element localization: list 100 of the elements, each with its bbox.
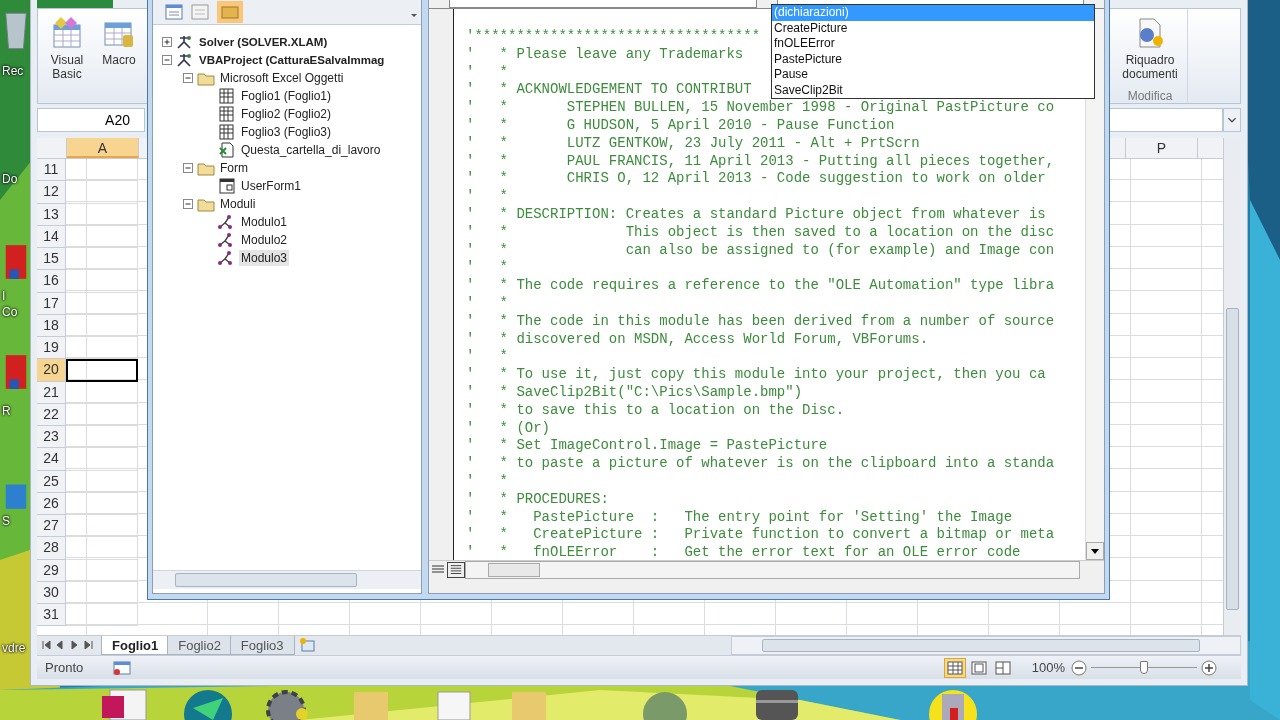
folder-icon [197, 196, 215, 212]
tree-item[interactable]: Form [218, 160, 250, 176]
expander-icon[interactable] [183, 163, 193, 173]
table-icon [51, 17, 83, 49]
view-code-icon[interactable] [165, 4, 183, 20]
scroll-down-icon[interactable] [1086, 542, 1104, 560]
tree-item[interactable]: Modulo2 [239, 232, 290, 248]
project-icon [176, 52, 194, 68]
row-header[interactable]: 13 [37, 203, 66, 226]
row-header[interactable]: 22 [37, 403, 66, 426]
expander-icon[interactable] [183, 73, 193, 83]
expander-icon[interactable] [162, 37, 172, 47]
code-line: ' * SaveClip2Bit("C:\Pics\Sample.bmp") [466, 383, 803, 402]
row-header[interactable]: 25 [37, 470, 66, 493]
zoom-level[interactable]: 100% [1031, 660, 1065, 675]
tree-item[interactable]: UserForm1 [239, 178, 303, 194]
column-header[interactable]: P [1126, 138, 1198, 158]
record-macro-icon[interactable] [113, 659, 131, 676]
expander-icon[interactable] [183, 199, 193, 209]
sheet-tab[interactable]: Foglio2 [167, 636, 232, 655]
folder-icon[interactable] [217, 1, 243, 23]
sheet-icon [218, 124, 236, 140]
form-icon [218, 178, 236, 194]
row-header[interactable]: 28 [37, 537, 66, 560]
slider-thumb[interactable] [1140, 660, 1148, 674]
dropdown-option[interactable]: PastePicture [772, 51, 1094, 67]
code-line: ' * Please leave any Trademarks [466, 45, 744, 64]
row-header[interactable]: 17 [37, 292, 66, 315]
vertical-scrollbar[interactable] [1223, 138, 1241, 635]
tree-item[interactable]: Moduli [218, 196, 258, 212]
row-header[interactable]: 31 [37, 604, 66, 627]
cell[interactable] [66, 359, 138, 382]
row-header[interactable]: 21 [37, 381, 66, 404]
row-header[interactable]: 30 [37, 581, 66, 604]
column-header[interactable]: A [67, 138, 139, 158]
code-line: ' * Set ImageControl.Image = PastePicture [466, 437, 828, 456]
code-line: ' * To use it, just copy this module into your project, then you ca [466, 366, 1046, 384]
grid-icon [946, 660, 963, 675]
tree-item[interactable]: Modulo1 [239, 214, 290, 230]
desktop-icon-label: Do [2, 172, 18, 186]
row-header[interactable]: 23 [37, 426, 66, 449]
globe-icon[interactable] [183, 688, 233, 720]
tree-item[interactable]: Foglio3 (Foglio3) [239, 124, 334, 140]
code-line: '********************************** [466, 28, 761, 46]
expand-icon[interactable] [1223, 108, 1241, 132]
zoom-out-icon[interactable] [1071, 659, 1087, 676]
tree-item[interactable]: Solver (SOLVER.XLAM) [197, 35, 330, 49]
code-line: ' * The code in this module has been derived from a number of source [466, 312, 1055, 331]
row-header[interactable]: 12 [37, 181, 66, 204]
horizontal-scrollbar[interactable] [153, 570, 421, 589]
tree-item[interactable]: Microsoft Excel Oggetti [218, 70, 346, 86]
code-line: ' * (Or) [466, 419, 550, 438]
tree-item[interactable]: Questa_cartella_di_lavoro [239, 142, 383, 158]
object-combo[interactable] [449, 0, 757, 8]
row-header[interactable]: 11 [37, 159, 66, 182]
dropdown-option[interactable]: fnOLEError [772, 36, 1094, 52]
code-line: ' * to paste a picture of whatever is on the clipboard into a standa [466, 455, 1055, 473]
full-module-view-icon[interactable] [447, 562, 465, 578]
sheet-tab[interactable]: Foglio3 [229, 636, 295, 655]
vertical-scrollbar[interactable] [1085, 9, 1104, 560]
expander-icon[interactable] [162, 55, 172, 65]
code-line: ' * CHRIS O, 12 April 2013 - Code suggestion to work on older [466, 170, 1046, 189]
tree-item[interactable]: Modulo3 [239, 250, 290, 266]
tree-item[interactable]: VBAProject (CatturaESalvaImmag [197, 53, 387, 67]
name-box[interactable]: A20 [37, 108, 145, 132]
code-line: ' * [466, 259, 508, 278]
tree-item[interactable]: Foglio1 (Foglio1) [239, 88, 334, 104]
desktop-icon-label: I [2, 289, 6, 303]
robot-icon[interactable] [928, 688, 978, 720]
ribbon-button[interactable]: Riquadro documenti [1115, 15, 1185, 87]
document-icon[interactable] [100, 688, 150, 720]
row-header[interactable]: 26 [37, 492, 66, 515]
desktop-icon-label: S [2, 514, 10, 528]
ribbon-button[interactable]: Macro [96, 15, 142, 87]
ribbon-group-label: Modifica [1127, 89, 1173, 103]
row-header[interactable]: 16 [37, 270, 66, 293]
row-header[interactable]: 24 [37, 448, 66, 471]
horizontal-scrollbar[interactable] [465, 561, 1080, 579]
row-header[interactable]: 29 [37, 559, 66, 582]
sheet-tab[interactable]: Foglio1 [101, 636, 170, 655]
view-object-icon[interactable] [191, 4, 209, 20]
zoom-in-icon[interactable] [1201, 659, 1217, 676]
code-line: ' * The code requires a reference to the "OLE Automation" type libra [466, 277, 1055, 295]
view-button[interactable] [943, 657, 966, 678]
code-line: ' * PAUL FRANCIS, 11 April 2013 - Putting all pieces together, [466, 152, 1055, 171]
row-header[interactable]: 20 [37, 359, 66, 382]
project-icon [176, 34, 194, 50]
code-line: ' * This object is then saved to a location on the disc [466, 223, 1055, 242]
row-header[interactable]: 14 [37, 225, 66, 248]
horizontal-scrollbar[interactable] [730, 636, 1241, 655]
dropdown-option[interactable]: Pause [772, 67, 1094, 83]
code-line: ' * [466, 348, 508, 367]
row-header[interactable]: 18 [37, 314, 66, 337]
row-header[interactable]: 27 [37, 515, 66, 538]
row-header[interactable]: 15 [37, 248, 66, 271]
ribbon-button[interactable]: Visual Basic [44, 15, 90, 87]
row-header[interactable]: 19 [37, 337, 66, 360]
dropdown-option[interactable]: SaveClip2Bit [772, 82, 1094, 98]
tree-item[interactable]: Foglio2 (Foglio2) [239, 106, 334, 122]
dropdown-option[interactable]: CreatePicture [772, 20, 1094, 36]
